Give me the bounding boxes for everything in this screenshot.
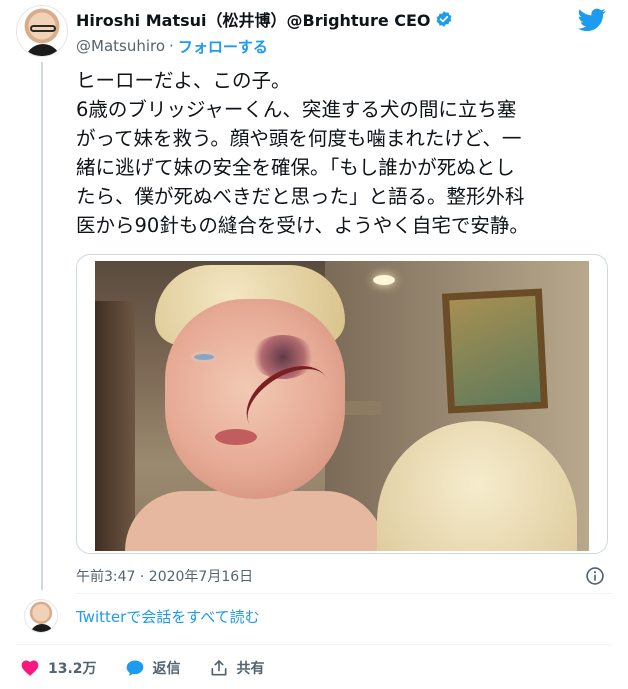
tweet-text: ヒーローだよ、この子。 6歳のブリッジャーくん、突進する犬の間に立ち塞 がって妹… bbox=[76, 69, 529, 237]
verified-icon bbox=[435, 10, 453, 28]
reply-button[interactable]: 返信 bbox=[125, 658, 181, 678]
thread-line bbox=[41, 62, 43, 590]
tweet-photo-card[interactable] bbox=[76, 254, 608, 554]
separator-dot: · bbox=[169, 37, 174, 55]
share-label: 共有 bbox=[236, 661, 265, 677]
author-name-row: Hiroshi Matsui（松井博）@Brighture CEO bbox=[76, 7, 453, 31]
info-icon[interactable] bbox=[585, 566, 605, 586]
read-conversation-link[interactable]: Twitterで会話をすべて読む bbox=[76, 606, 260, 627]
wall-painting bbox=[441, 288, 549, 414]
author-handle-row: @Matsuhiro · フォローする bbox=[76, 35, 268, 57]
divider bbox=[16, 644, 612, 645]
reply-bubble-icon bbox=[126, 660, 143, 676]
like-button[interactable]: 13.2万 bbox=[20, 658, 97, 678]
embedded-tweet: Hiroshi Matsui（松井博）@Brighture CEO @Matsu… bbox=[0, 0, 628, 689]
author-avatar[interactable] bbox=[16, 5, 68, 57]
author-handle[interactable]: @Matsuhiro bbox=[76, 37, 165, 55]
share-icon bbox=[211, 660, 227, 676]
follow-button[interactable]: フォローする bbox=[178, 36, 268, 57]
divider bbox=[76, 593, 612, 594]
reply-label: 返信 bbox=[152, 661, 181, 677]
avatar-glasses bbox=[30, 25, 56, 32]
avatar-shirt bbox=[25, 44, 61, 56]
twitter-logo-icon[interactable] bbox=[578, 8, 606, 32]
family-sign bbox=[341, 401, 381, 415]
action-bar: 13.2万 返信 共有 bbox=[20, 656, 293, 680]
tweet-photo[interactable] bbox=[95, 261, 589, 551]
tweet-timestamp[interactable]: 午前3:47 · 2020年7月16日 bbox=[76, 566, 253, 586]
ceiling-lamp bbox=[373, 275, 395, 285]
heart-icon bbox=[21, 660, 39, 676]
reply-avatar[interactable] bbox=[24, 599, 58, 633]
share-button[interactable]: 共有 bbox=[209, 658, 265, 678]
author-display-name[interactable]: Hiroshi Matsui（松井博）@Brighture CEO bbox=[76, 7, 431, 31]
like-count: 13.2万 bbox=[48, 661, 97, 677]
